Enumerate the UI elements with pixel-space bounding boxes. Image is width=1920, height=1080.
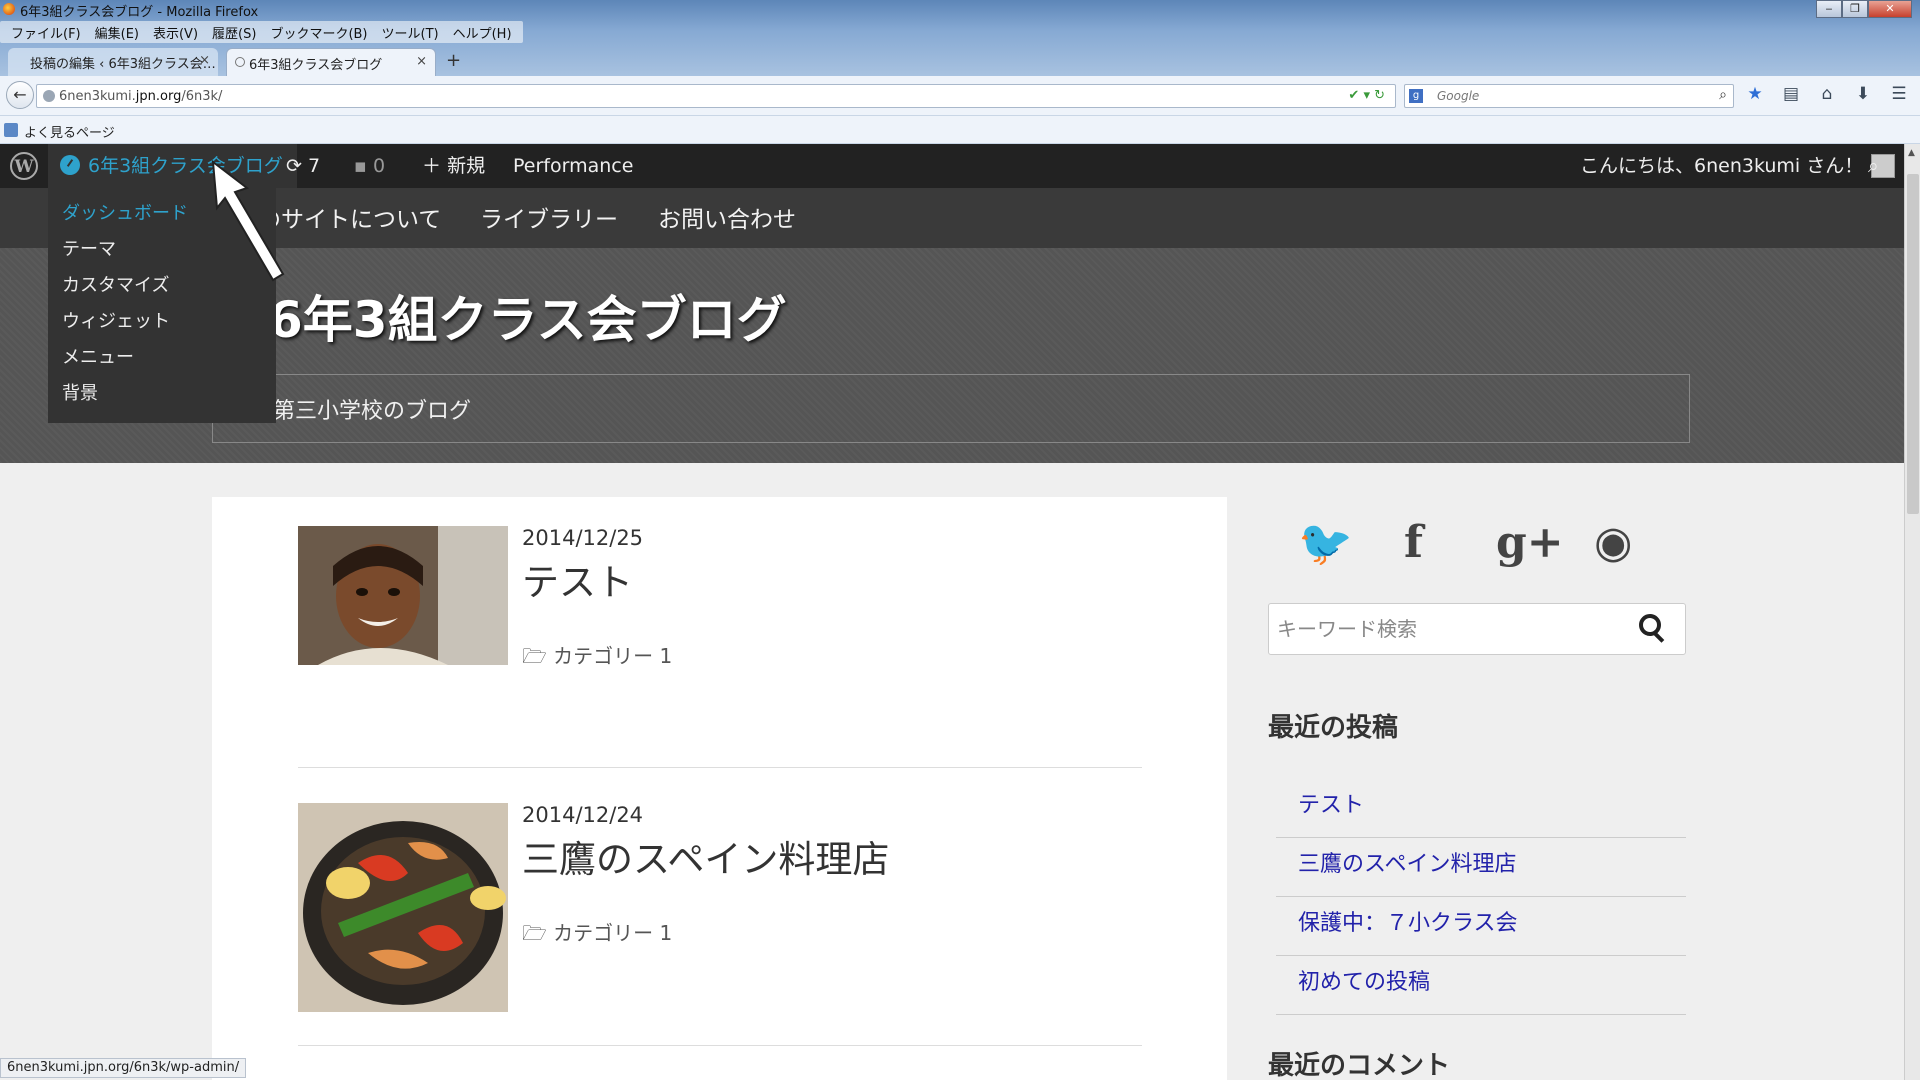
portrait-photo bbox=[298, 526, 508, 665]
bookmark-star-icon[interactable]: ★ bbox=[1744, 84, 1766, 104]
new-tab-button[interactable]: + bbox=[446, 50, 461, 71]
main-content: 2014/12/25 テスト 🗁 カテゴリー 1 2014/12/24 三鷹のス… bbox=[212, 497, 1227, 1080]
site-description-box: 第三小学校のブログ bbox=[212, 374, 1690, 443]
recent-comments-title: 最近のコメント bbox=[1268, 1051, 1451, 1080]
dropdown-item-background[interactable]: 背景 bbox=[48, 376, 276, 412]
menu-tools[interactable]: ツール(T) bbox=[375, 21, 446, 43]
post-title[interactable]: テスト bbox=[522, 552, 633, 606]
menu-view[interactable]: 表示(V) bbox=[146, 21, 205, 43]
post-entry: 2014/12/25 テスト 🗁 カテゴリー 1 bbox=[298, 526, 1142, 726]
home-icon[interactable]: ⌂ bbox=[1816, 84, 1838, 104]
bookmarks-list-icon[interactable]: ▤ bbox=[1780, 84, 1802, 104]
window-controls: ‒ ❐ ✕ bbox=[1816, 0, 1912, 18]
site-identity-icon[interactable] bbox=[43, 90, 55, 102]
window-title: 6年3組クラス会ブログ - Mozilla Firefox bbox=[20, 5, 259, 20]
menu-help[interactable]: ヘルプ(H) bbox=[446, 21, 519, 43]
admin-bar-new[interactable]: ＋ 新規 bbox=[422, 144, 485, 188]
page-scrollbar[interactable]: ▲ bbox=[1904, 144, 1920, 1080]
menu-edit[interactable]: 編集(E) bbox=[88, 21, 146, 43]
window-titlebar: 6年3組クラス会ブログ - Mozilla Firefox ‒ ❐ ✕ ファイル… bbox=[0, 0, 1920, 76]
tab-close-icon[interactable]: × bbox=[199, 53, 210, 68]
nav-item-contact[interactable]: お問い合わせ bbox=[658, 200, 796, 234]
post-title[interactable]: 三鷹のスペイン料理店 bbox=[522, 829, 889, 883]
recent-post-link[interactable]: 三鷹のスペイン料理店 bbox=[1276, 838, 1686, 897]
bookmark-most-visited[interactable]: よく見るページ bbox=[24, 122, 115, 141]
scroll-thumb[interactable] bbox=[1907, 174, 1919, 514]
close-window-button[interactable]: ✕ bbox=[1868, 0, 1912, 18]
firefox-logo-icon bbox=[3, 3, 15, 15]
bookmarks-toolbar: よく見るページ bbox=[0, 116, 1920, 144]
admin-bar-performance[interactable]: Performance bbox=[513, 144, 633, 188]
recent-posts-list: テスト 三鷹のスペイン料理店 保護中：７小クラス会 初めての投稿 bbox=[1276, 779, 1686, 1015]
wordpress-favicon-icon bbox=[235, 57, 245, 67]
site-title[interactable]: 6年3組クラス会ブログ bbox=[268, 280, 787, 352]
google-plus-icon[interactable]: g+ bbox=[1496, 517, 1564, 568]
wordpress-logo-icon[interactable]: W bbox=[10, 152, 38, 180]
admin-bar-search-icon[interactable]: ⌕ bbox=[1868, 144, 1879, 188]
social-links: 🐦 f g+ ◉ bbox=[1268, 517, 1686, 607]
tab-blog[interactable]: 6年3組クラス会ブログ × bbox=[226, 48, 436, 76]
pointer-arrow-icon bbox=[211, 159, 285, 282]
plus-icon: ＋ bbox=[422, 155, 442, 177]
post-thumbnail[interactable] bbox=[298, 526, 508, 665]
address-bar[interactable]: 6nen3kumi.jpn.org/6n3k/ ✔ ▾ ↻ bbox=[36, 84, 1396, 108]
post-date: 2014/12/25 bbox=[522, 526, 644, 550]
address-text[interactable]: 6nen3kumi.jpn.org/6n3k/ bbox=[59, 89, 222, 104]
post-entry: 2014/12/24 三鷹のスペイン料理店 🗁 カテゴリー 1 bbox=[298, 803, 1142, 1013]
dropdown-item-widgets[interactable]: ウィジェット bbox=[48, 304, 276, 340]
back-button[interactable]: ← bbox=[6, 81, 34, 109]
sidebar-search bbox=[1268, 603, 1686, 655]
post-date: 2014/12/24 bbox=[522, 803, 644, 827]
dropdown-item-menus[interactable]: メニュー bbox=[48, 340, 276, 376]
maximize-button[interactable]: ❐ bbox=[1842, 0, 1868, 18]
search-bar[interactable]: g Google ⌕ bbox=[1404, 84, 1734, 108]
reload-icon[interactable]: ✔ ▾ ↻ bbox=[1348, 88, 1385, 103]
admin-bar-comments[interactable]: ▪ 0 bbox=[354, 144, 385, 188]
toolbar-icons: ★ ▤ ⌂ ⬇ ☰ bbox=[1744, 84, 1910, 104]
search-icon[interactable]: ⌕ bbox=[1719, 87, 1727, 103]
bookmark-page-icon bbox=[4, 123, 18, 137]
menu-file[interactable]: ファイル(F) bbox=[4, 21, 88, 43]
scroll-up-icon[interactable]: ▲ bbox=[1908, 148, 1915, 158]
post-category[interactable]: 🗁 カテゴリー 1 bbox=[522, 917, 672, 953]
tab-edit-post[interactable]: 投稿の編集 ‹ 6年3組クラス会… × bbox=[8, 48, 218, 76]
post-thumbnail[interactable] bbox=[298, 803, 508, 1012]
food-photo bbox=[298, 803, 508, 1012]
dashboard-icon bbox=[60, 155, 80, 175]
folder-icon: 🗁 bbox=[522, 921, 547, 945]
hamburger-menu-icon[interactable]: ☰ bbox=[1888, 84, 1910, 104]
navigation-toolbar: ← 6nen3kumi.jpn.org/6n3k/ ✔ ▾ ↻ g Google… bbox=[0, 76, 1920, 116]
menu-bar: ファイル(F) 編集(E) 表示(V) 履歴(S) ブックマーク(B) ツール(… bbox=[0, 21, 523, 43]
download-icon[interactable]: ⬇ bbox=[1852, 84, 1874, 104]
tab-close-icon[interactable]: × bbox=[416, 54, 427, 69]
sidebar-search-input[interactable] bbox=[1277, 614, 1617, 644]
post-divider bbox=[298, 767, 1142, 768]
rss-icon[interactable]: ◉ bbox=[1594, 517, 1632, 568]
menu-history[interactable]: 履歴(S) bbox=[205, 21, 263, 43]
nav-item-library[interactable]: ライブラリー bbox=[480, 200, 618, 234]
admin-bar-account[interactable]: こんにちは、6nen3kumi さん！ bbox=[1580, 144, 1896, 188]
recent-post-link[interactable]: 保護中：７小クラス会 bbox=[1276, 897, 1686, 956]
folder-icon: 🗁 bbox=[522, 644, 547, 668]
tab-label: 投稿の編集 ‹ 6年3組クラス会… bbox=[30, 57, 216, 72]
tab-label: 6年3組クラス会ブログ bbox=[249, 58, 383, 73]
sidebar-search-icon[interactable] bbox=[1639, 614, 1661, 636]
comment-icon: ▪ bbox=[354, 155, 367, 177]
status-bar-link: 6nen3kumi.jpn.org/6n3k/wp-admin/ bbox=[0, 1058, 247, 1078]
facebook-icon[interactable]: f bbox=[1404, 517, 1423, 568]
tab-strip: 投稿の編集 ‹ 6年3組クラス会… × 6年3組クラス会ブログ × + bbox=[0, 48, 1920, 76]
recent-post-link[interactable]: 初めての投稿 bbox=[1276, 956, 1686, 1015]
recent-post-link[interactable]: テスト bbox=[1276, 779, 1686, 838]
post-divider bbox=[298, 1045, 1142, 1046]
site-description: 第三小学校のブログ bbox=[273, 399, 472, 424]
recent-posts-title: 最近の投稿 bbox=[1268, 713, 1399, 743]
minimize-button[interactable]: ‒ bbox=[1816, 0, 1842, 18]
menu-bookmarks[interactable]: ブックマーク(B) bbox=[263, 21, 374, 43]
twitter-icon[interactable]: 🐦 bbox=[1298, 517, 1353, 569]
search-placeholder: Google bbox=[1437, 89, 1480, 103]
post-category[interactable]: 🗁 カテゴリー 1 bbox=[522, 640, 672, 676]
google-engine-icon[interactable]: g bbox=[1409, 89, 1423, 103]
